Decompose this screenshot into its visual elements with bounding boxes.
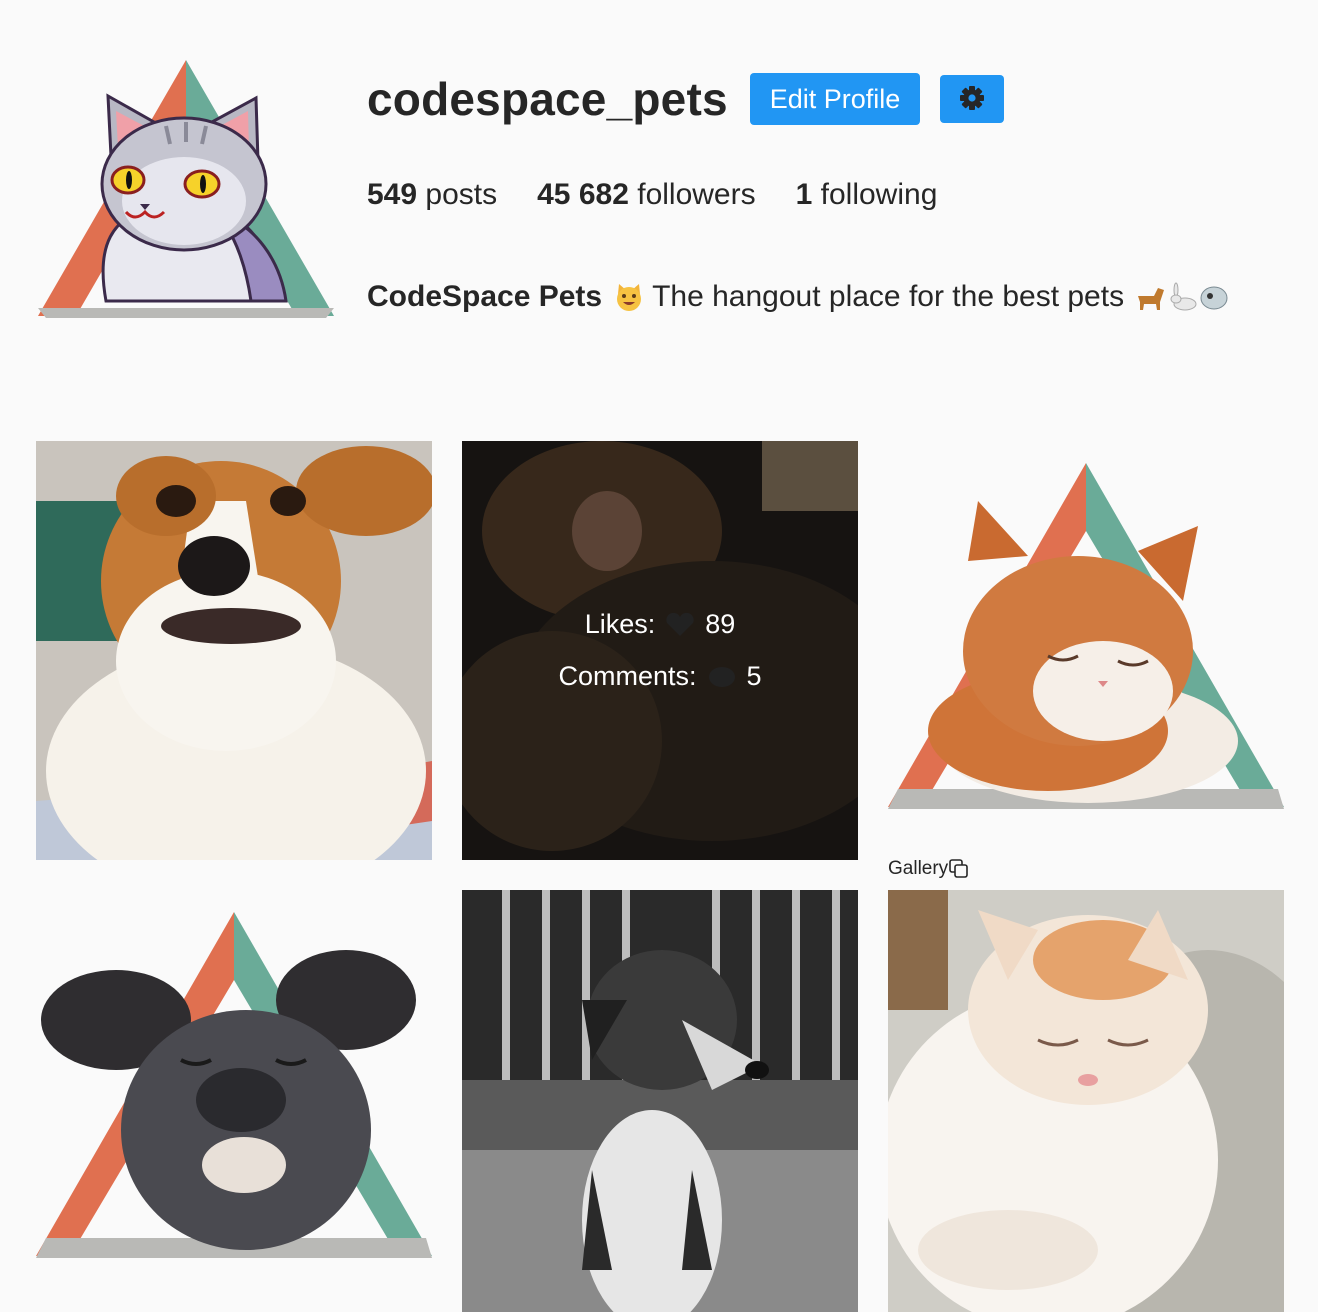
likes-row: Likes: 89: [585, 599, 736, 651]
followers-count: 45 682: [537, 178, 629, 211]
cat-gallery-photo: [888, 890, 1284, 1312]
settings-button[interactable]: [940, 75, 1005, 123]
fish-icon: [1198, 282, 1230, 312]
gallery-post-tile[interactable]: [888, 890, 1284, 1312]
post-tile[interactable]: [888, 441, 1284, 860]
smiling-cat-icon: [614, 282, 644, 312]
dog-sticker: [36, 890, 432, 1312]
comments-row: Comments: 5: [558, 651, 761, 703]
following-count: 1: [795, 178, 813, 211]
comments-label: Comments:: [558, 661, 697, 691]
likes-label: Likes:: [584, 609, 656, 639]
following-label: following: [820, 178, 938, 211]
post-tile[interactable]: [36, 890, 432, 1312]
posts-count: 549: [367, 178, 418, 211]
likes-count: 89: [705, 609, 736, 639]
post-tile[interactable]: [462, 890, 858, 1312]
following-stat[interactable]: 1 following: [796, 178, 938, 212]
profile-page: codespace_pets Edit Profile 549 posts 45…: [0, 0, 1318, 1312]
profile-avatar[interactable]: [36, 56, 336, 320]
title-row: codespace_pets Edit Profile: [367, 70, 1297, 128]
profile-stats: 549 posts 45 682 followers 1 following: [367, 178, 1297, 212]
posts-label: posts: [425, 178, 498, 211]
post-tile[interactable]: [36, 441, 432, 860]
username: codespace_pets: [367, 73, 728, 125]
rabbit-icon: [1168, 282, 1198, 312]
gallery-label: Gallery: [888, 858, 949, 879]
dog-bw-photo: [462, 890, 858, 1312]
gallery-badge: Gallery: [888, 858, 969, 880]
bio-text: The hangout place for the best pets: [652, 280, 1125, 313]
cat-sticker: [888, 441, 1284, 860]
followers-label: followers: [637, 178, 756, 211]
post-hover-overlay: Likes: 89 Comments: 5: [462, 441, 858, 860]
dog-photo: [36, 441, 432, 860]
followers-stat[interactable]: 45 682 followers: [537, 178, 755, 212]
edit-profile-button[interactable]: Edit Profile: [749, 73, 921, 125]
bio-name: CodeSpace Pets: [367, 280, 603, 313]
comment-icon: [705, 664, 739, 690]
dog-icon: [1134, 282, 1168, 312]
profile-bio: CodeSpace Pets The hangout place for the…: [367, 280, 1297, 314]
post-tile-hovered[interactable]: Likes: 89 Comments: 5: [462, 441, 858, 860]
posts-stat[interactable]: 549 posts: [367, 178, 497, 212]
gear-icon: [959, 85, 985, 114]
gallery-icon: [949, 859, 969, 879]
heart-icon: [663, 612, 697, 638]
comments-count: 5: [746, 661, 762, 691]
profile-info: codespace_pets Edit Profile 549 posts 45…: [367, 70, 1297, 314]
